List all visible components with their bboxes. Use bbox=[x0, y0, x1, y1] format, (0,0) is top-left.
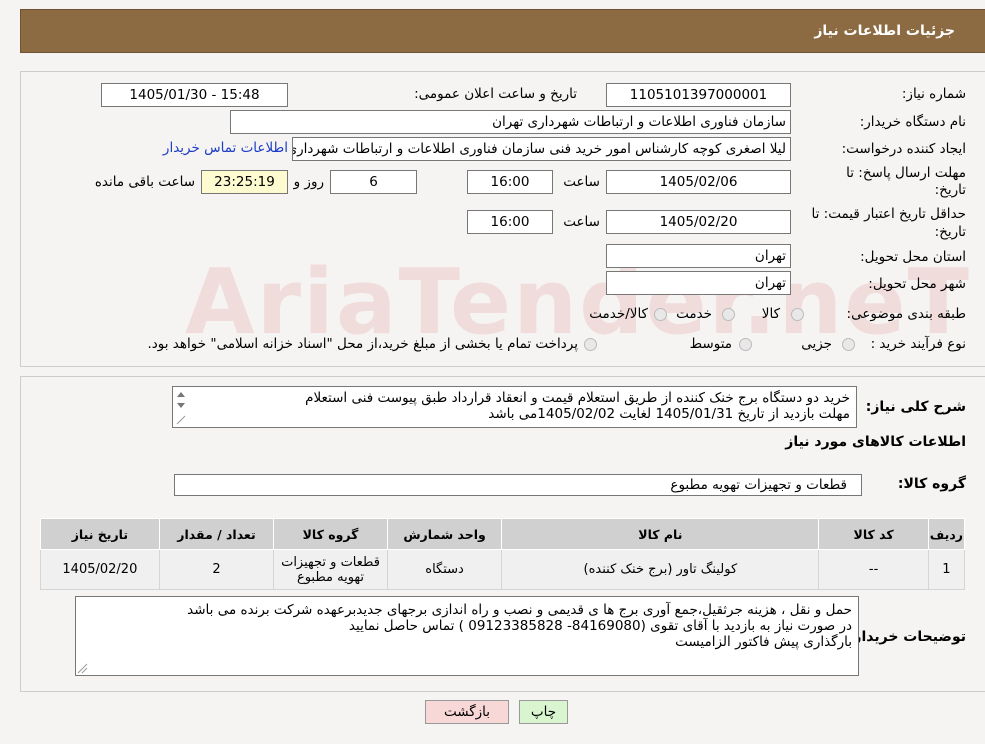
validity-time-field: 16:00 bbox=[467, 210, 553, 234]
items-table: ردیف کد کالا نام کالا واحد شمارش گروه کا… bbox=[40, 518, 966, 590]
buyer-notes-line-1: حمل و نقل ، هزینه جرثقیل،جمع آوری برج ها… bbox=[187, 602, 852, 618]
remaining-label: ساعت باقی مانده bbox=[94, 174, 195, 190]
description-label: شرح کلی نیاز: bbox=[865, 399, 966, 415]
buyer-notes-label: توضیحات خریدار: bbox=[847, 629, 966, 645]
textarea-resize-handle[interactable] bbox=[77, 663, 88, 674]
announce-label: تاریخ و ساعت اعلان عمومی: bbox=[414, 86, 577, 102]
process-radio-treasury[interactable] bbox=[584, 338, 597, 351]
city-field: تهران bbox=[606, 271, 791, 295]
col-row-number: ردیف bbox=[927, 518, 966, 550]
category-radio-service[interactable] bbox=[722, 308, 735, 321]
buyer-contact-link[interactable]: اطلاعات تماس خریدار bbox=[163, 140, 288, 156]
validity-date-field: 1405/02/20 bbox=[606, 210, 791, 234]
page-header: جزئیات اطلاعات نیاز bbox=[20, 9, 985, 53]
col-quantity: تعداد / مقدار bbox=[158, 518, 275, 550]
col-need-date: تاریخ نیاز bbox=[40, 518, 160, 550]
description-line-1: خرید دو دستگاه برج خنک کننده از طریق است… bbox=[305, 390, 850, 406]
table-row: 1 -- کولینگ تاور (برج خنک کننده) دستگاه … bbox=[40, 549, 966, 590]
category-radio-goods-service[interactable] bbox=[654, 308, 667, 321]
cell-item-name: کولینگ تاور (برج خنک کننده) bbox=[501, 549, 820, 590]
col-item-code: کد کالا bbox=[818, 518, 929, 550]
requester-label: ایجاد کننده درخواست: bbox=[841, 141, 966, 157]
process-radio-minor[interactable] bbox=[842, 338, 855, 351]
back-button[interactable]: بازگشت bbox=[425, 700, 509, 724]
deadline-time-label: ساعت bbox=[563, 174, 600, 190]
cell-unit: دستگاه bbox=[386, 549, 503, 590]
validity-time-label: ساعت bbox=[563, 214, 600, 230]
page-title: جزئیات اطلاعات نیاز bbox=[814, 23, 955, 39]
process-label: نوع فرآیند خرید : bbox=[870, 336, 966, 352]
category-option-service: خدمت bbox=[676, 306, 712, 322]
goods-group-field: قطعات و تجهیزات تهویه مطبوع bbox=[174, 474, 862, 496]
category-option-goods: کالا bbox=[761, 306, 780, 322]
province-label: استان محل تحویل: bbox=[860, 249, 966, 265]
process-option-minor: جزیی bbox=[801, 336, 832, 352]
deadline-label: مهلت ارسال پاسخ: تا bbox=[846, 165, 966, 181]
deadline-label-date: تاریخ: bbox=[934, 182, 966, 198]
announce-field: 1405/01/30 - 15:48 bbox=[101, 83, 288, 107]
days-field: 6 bbox=[330, 170, 417, 194]
deadline-date-field: 1405/02/06 bbox=[606, 170, 791, 194]
validity-label-date: تاریخ: bbox=[934, 224, 966, 240]
process-option-medium: متوسط bbox=[689, 336, 732, 352]
buyer-notes-textarea[interactable]: حمل و نقل ، هزینه جرثقیل،جمع آوری برج ها… bbox=[75, 596, 859, 676]
requester-field: لیلا اصغری کوچه کارشناس امور خرید فنی سا… bbox=[292, 137, 791, 161]
process-note: پرداخت تمام یا بخشی از مبلغ خرید،از محل … bbox=[147, 336, 578, 352]
process-radio-medium[interactable] bbox=[739, 338, 752, 351]
print-button[interactable]: چاپ bbox=[519, 700, 568, 724]
province-field: تهران bbox=[606, 244, 791, 268]
description-line-2: مهلت بازدید از تاریخ 1405/01/31 لغایت 14… bbox=[488, 406, 850, 422]
buyer-notes-line-3: بارگذاری پیش فاکتور الزامیست bbox=[675, 634, 852, 650]
goods-section-title: اطلاعات کالاهای مورد نیاز bbox=[785, 434, 966, 450]
description-textarea[interactable]: خرید دو دستگاه برج خنک کننده از طریق است… bbox=[172, 386, 857, 428]
days-label: روز و bbox=[293, 174, 324, 190]
validity-label: حداقل تاریخ اعتبار قیمت: تا bbox=[811, 206, 966, 222]
cell-item-code: -- bbox=[818, 549, 929, 590]
category-label: طبقه بندی موضوعی: bbox=[846, 306, 966, 322]
remaining-time-field: 23:25:19 bbox=[201, 170, 288, 194]
col-item-name: نام کالا bbox=[501, 518, 820, 550]
category-radio-goods[interactable] bbox=[791, 308, 804, 321]
cell-group: قطعات و تجهیزات تهویه مطبوع bbox=[273, 549, 388, 590]
need-number-label: شماره نیاز: bbox=[901, 86, 966, 102]
need-number-field: 1105101397000001 bbox=[606, 83, 791, 107]
deadline-time-field: 16:00 bbox=[467, 170, 553, 194]
cell-quantity: 2 bbox=[158, 549, 275, 590]
cell-row-number: 1 bbox=[927, 549, 966, 590]
col-unit: واحد شمارش bbox=[386, 518, 503, 550]
buyer-org-field: سازمان فناوری اطلاعات و ارتباطات شهرداری… bbox=[230, 110, 791, 134]
city-label: شهر محل تحویل: bbox=[868, 276, 966, 292]
textarea-scroll-arrows[interactable] bbox=[173, 386, 189, 426]
goods-group-label: گروه کالا: bbox=[897, 476, 966, 492]
buyer-notes-line-2: در صورت نیاز به بازدید با آقای تقوی (841… bbox=[348, 618, 852, 634]
col-group: گروه کالا bbox=[273, 518, 388, 550]
category-option-goods-service: کالا/خدمت bbox=[589, 306, 648, 322]
buyer-org-label: نام دستگاه خریدار: bbox=[859, 114, 966, 130]
cell-need-date: 1405/02/20 bbox=[40, 549, 160, 590]
